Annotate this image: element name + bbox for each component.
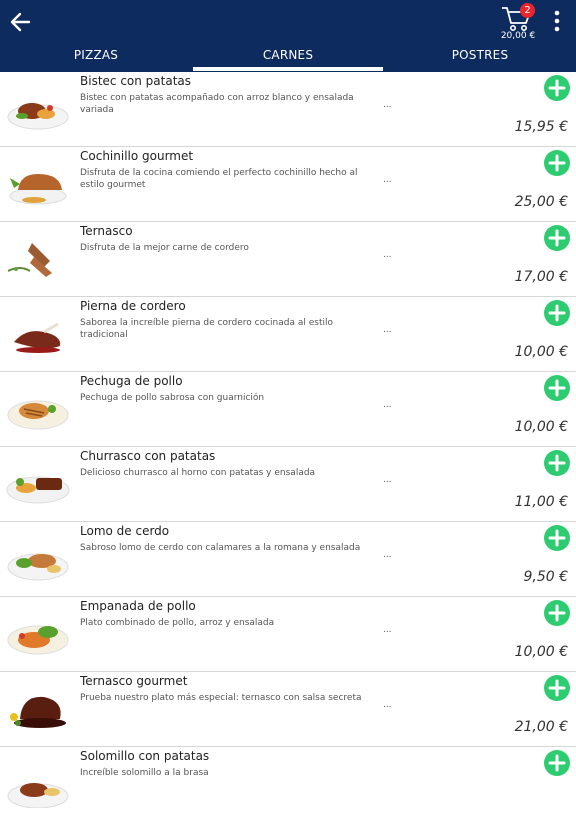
product-description: Prueba nuestro plato más especial: terna… [80, 693, 362, 703]
cart-count-badge: 2 [520, 3, 535, 18]
chicken-breast-icon [7, 400, 69, 430]
product-name: Lomo de cerdo [80, 524, 170, 538]
more-text-ellipsis: ... [383, 175, 392, 185]
cart-total: 20,00 € [500, 31, 536, 41]
product-price: 17,00 € [514, 269, 568, 285]
product-name: Ternasco [80, 224, 133, 238]
more-text-ellipsis: ... [383, 400, 392, 410]
add-to-cart-icon[interactable] [543, 524, 571, 552]
product-item[interactable]: Bistec con patatas Bistec con patatas ac… [0, 72, 576, 147]
product-description: Pechuga de pollo sabrosa con guarnición [80, 393, 265, 403]
active-tab-indicator [193, 67, 383, 71]
add-to-cart-icon[interactable] [543, 674, 571, 702]
product-description: Saborea la increíble pierna de cordero c… [80, 318, 333, 340]
product-price: 10,00 € [514, 644, 568, 660]
add-to-cart-icon[interactable] [543, 149, 571, 177]
product-price: 15,95 € [514, 119, 568, 135]
product-name: Pechuga de pollo [80, 374, 183, 388]
product-price: 9,50 € [523, 569, 568, 585]
product-name: Solomillo con patatas [80, 749, 210, 763]
steak-plate-icon [7, 103, 69, 130]
more-options-icon[interactable] [551, 8, 563, 34]
more-text-ellipsis: ... [383, 250, 392, 260]
more-text-ellipsis: ... [383, 100, 392, 110]
add-to-cart-icon[interactable] [543, 749, 571, 777]
product-description: Plato combinado de pollo, arroz y ensala… [80, 618, 275, 628]
roast-piglet-icon [9, 174, 67, 205]
product-description: Delicioso churrasco al horno con patatas… [80, 468, 316, 478]
product-description: Bistec con patatas acompañado con arroz … [80, 93, 354, 115]
product-item[interactable]: Ternasco Disfruta de la mejor carne de c… [0, 222, 576, 297]
app-bar: 2 20,00 € PIZZAS CARNES POSTRES [0, 0, 576, 72]
product-name: Empanada de pollo [80, 599, 196, 613]
product-description: Sabroso lomo de cerdo con calamares a la… [80, 543, 361, 553]
product-item[interactable]: Empanada de pollo Plato combinado de pol… [0, 597, 576, 672]
product-description: Increíble solomillo a la brasa [80, 768, 209, 778]
product-item[interactable]: Pechuga de pollo Pechuga de pollo sabros… [0, 372, 576, 447]
pork-loin-icon [7, 553, 69, 581]
more-text-ellipsis: ... [383, 325, 392, 335]
tab-postres[interactable]: POSTRES [384, 44, 576, 72]
product-item[interactable]: Lomo de cerdo Sabroso lomo de cerdo con … [0, 522, 576, 597]
add-to-cart-icon[interactable] [543, 224, 571, 252]
lamb-leg-icon [14, 322, 61, 353]
product-name: Pierna de cordero [80, 299, 186, 313]
product-name: Bistec con patatas [80, 74, 192, 88]
sirloin-icon [7, 783, 69, 808]
product-name: Ternasco gourmet [80, 674, 188, 688]
add-to-cart-icon[interactable] [543, 299, 571, 327]
ribs-plate-icon [6, 476, 70, 504]
back-arrow-icon[interactable] [8, 9, 34, 35]
add-to-cart-icon[interactable] [543, 374, 571, 402]
product-price: 10,00 € [514, 419, 568, 435]
add-to-cart-icon[interactable] [543, 74, 571, 102]
gourmet-lamb-icon [10, 696, 66, 728]
more-text-ellipsis: ... [383, 625, 392, 635]
product-name: Churrasco con patatas [80, 449, 216, 463]
product-description: Disfruta de la cocina comiendo el perfec… [80, 168, 358, 190]
add-to-cart-icon[interactable] [543, 599, 571, 627]
product-item[interactable]: Solomillo con patatas Increíble solomill… [0, 747, 576, 822]
product-price: 11,00 € [514, 494, 568, 510]
product-price: 21,00 € [514, 719, 568, 735]
product-item[interactable]: Ternasco gourmet Prueba nuestro plato má… [0, 672, 576, 747]
tab-pizzas[interactable]: PIZZAS [0, 44, 192, 72]
add-to-cart-icon[interactable] [543, 449, 571, 477]
product-price: 10,00 € [514, 344, 568, 360]
more-text-ellipsis: ... [383, 475, 392, 485]
product-description: Disfruta de la mejor carne de cordero [80, 243, 249, 253]
product-item[interactable]: Churrasco con patatas Delicioso churrasc… [0, 447, 576, 522]
more-text-ellipsis: ... [383, 550, 392, 560]
lamb-chops-icon [7, 243, 52, 277]
product-item[interactable]: Pierna de cordero Saborea la increíble p… [0, 297, 576, 372]
product-price: 25,00 € [514, 194, 568, 210]
product-name: Cochinillo gourmet [80, 149, 194, 163]
more-text-ellipsis: ... [383, 700, 392, 710]
chicken-plate-icon [7, 625, 69, 655]
product-item[interactable]: Cochinillo gourmet Disfruta de la cocina… [0, 147, 576, 222]
